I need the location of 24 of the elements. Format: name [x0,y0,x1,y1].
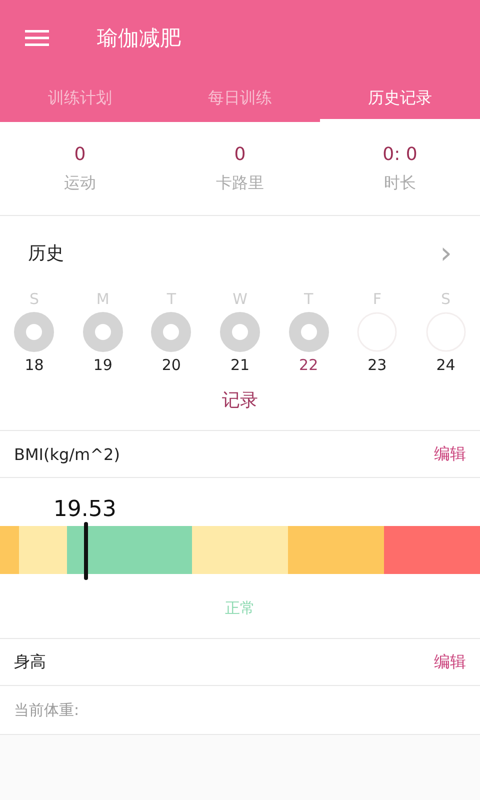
bmi-status: 正常 [225,599,255,618]
height-title: 身高 [14,652,46,672]
day-date[interactable]: 21 [230,356,250,374]
stat-value: 0 [74,144,86,164]
day-date[interactable]: 23 [368,356,387,374]
day-date[interactable]: 22 [299,356,318,374]
bmi-value: 19.53 [53,497,116,522]
stat-label: 时长 [384,172,416,194]
day-date[interactable]: 24 [436,356,456,374]
app-title: 瑜伽减肥 [97,24,181,52]
weight-label: 当前体重: [14,700,80,720]
day-date[interactable]: 20 [162,356,181,374]
stat-value: 0: 0 [382,144,418,164]
stat-label: 运动 [64,172,96,194]
day-date[interactable]: 19 [93,356,112,374]
edit-link[interactable]: 编辑 [434,444,466,464]
stat-label: 卡路里 [216,172,264,194]
history-title: 历史 [28,242,64,265]
stat-value: 0 [234,144,246,164]
bmi-title: BMI(kg/m^2) [14,444,120,464]
record-link[interactable]: 记录 [222,388,258,412]
day-date[interactable]: 18 [24,356,44,374]
menu-icon[interactable] [25,30,49,46]
edit-link[interactable]: 编辑 [434,652,466,672]
